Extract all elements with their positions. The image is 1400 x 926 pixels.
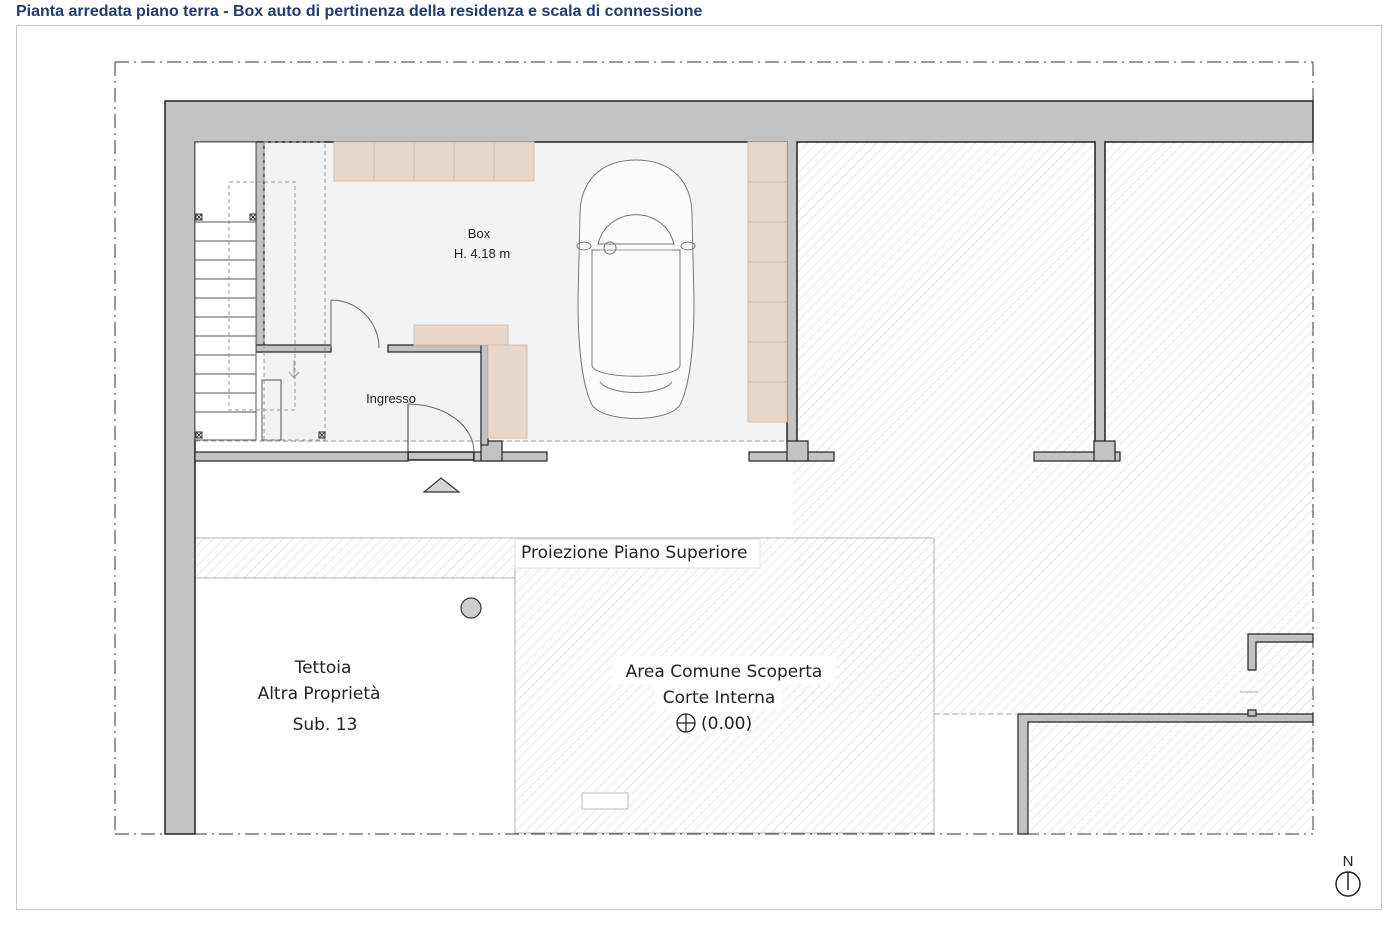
tettoia-line2: Altra Proprietà [258, 684, 381, 704]
tettoia-line1: Tettoia [294, 658, 352, 678]
box-room-name: Box [468, 226, 491, 241]
front-wall-left [194, 451, 409, 462]
projection-label: Proiezione Piano Superiore [521, 543, 747, 563]
elevation-marker-icon [676, 713, 696, 733]
column-icon [460, 597, 482, 619]
tettoia-line3: Sub. 13 [293, 715, 358, 735]
courtyard-line2: Corte Interna [663, 688, 776, 708]
north-label: N [1343, 853, 1354, 870]
pillar [786, 440, 809, 462]
pillar [1093, 440, 1116, 462]
courtyard-line1: Area Comune Scoperta [626, 662, 823, 682]
entrance-arrow-icon [422, 477, 461, 493]
north-arrow-icon [1335, 871, 1361, 897]
courtyard-elevation: (0.00) [701, 714, 752, 734]
floor-plan: Box H. 4.18 m Ingresso Proiezione Piano … [114, 61, 1361, 897]
ingresso-label: Ingresso [366, 391, 416, 406]
courtyard-element [581, 792, 629, 810]
car-icon [576, 159, 696, 419]
box-room-height: H. 4.18 m [454, 246, 510, 261]
